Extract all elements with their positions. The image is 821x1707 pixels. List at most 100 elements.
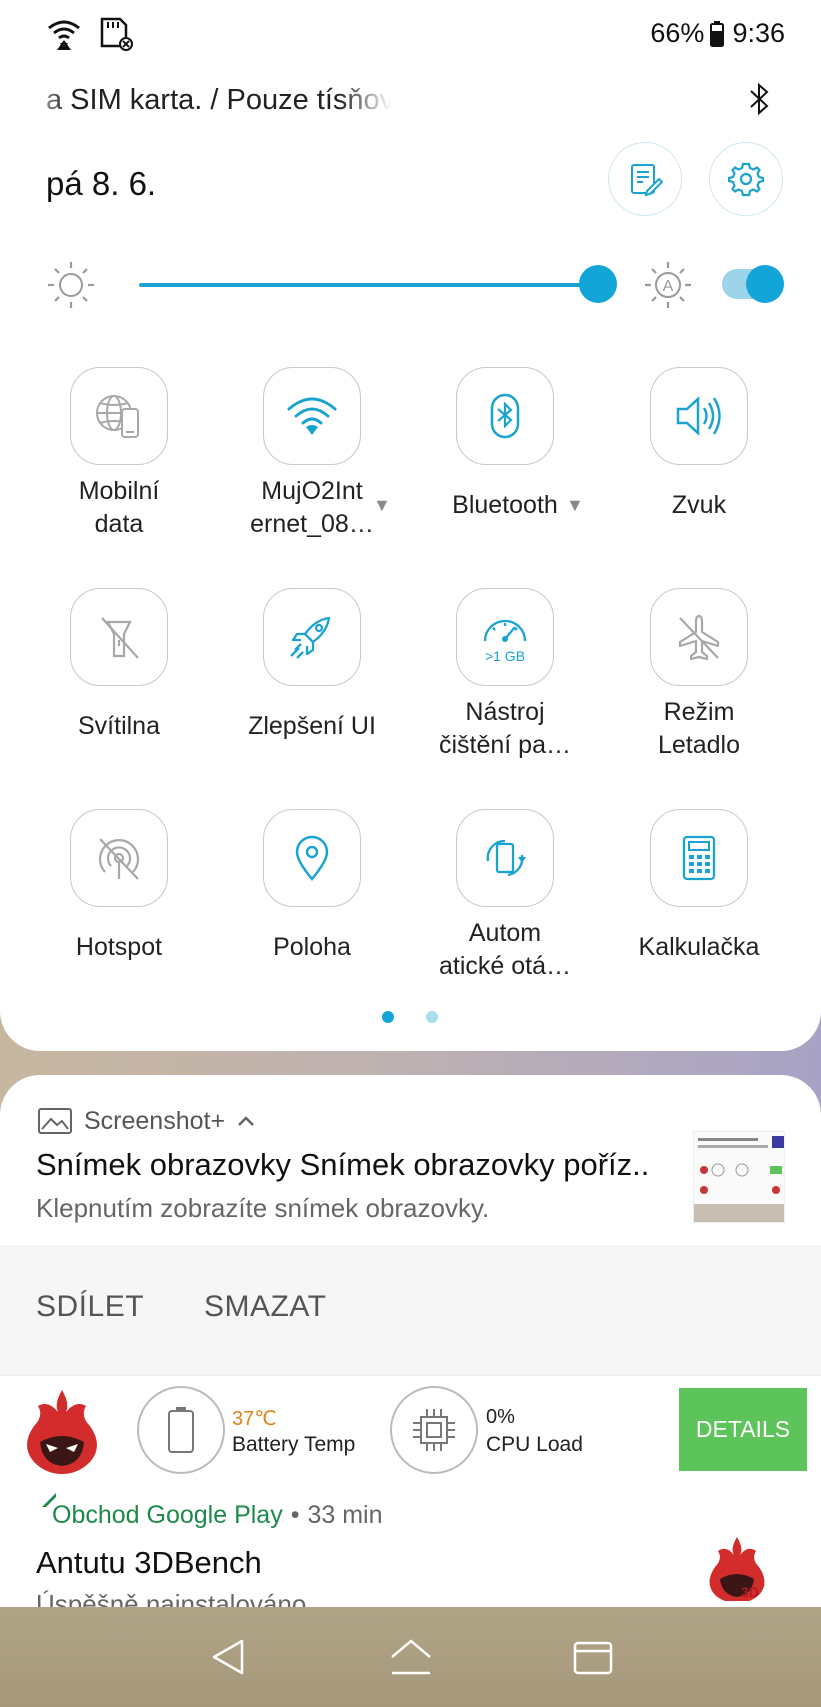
- cpu-load-gauge: [390, 1386, 478, 1474]
- page-dot-active[interactable]: [382, 1011, 394, 1023]
- tile-label-line: data: [94, 510, 144, 538]
- tile-location[interactable]: Poloha: [217, 809, 397, 1009]
- brightness-slider-track[interactable]: [139, 283, 597, 287]
- tile-memory-cleaner[interactable]: >1 GB Nástroj čištění pa…: [410, 588, 590, 788]
- brightness-slider-thumb[interactable]: [579, 265, 617, 303]
- mobile-data-icon[interactable]: [70, 367, 168, 465]
- notification-actions: SDÍLET SMAZAT: [0, 1245, 821, 1375]
- page-indicator: [0, 1011, 821, 1031]
- recent-apps-button[interactable]: [572, 1637, 614, 1677]
- home-button[interactable]: [388, 1637, 434, 1677]
- battery-temp-value: 37℃: [232, 1408, 277, 1430]
- play-notification-title: Antutu 3DBench: [36, 1545, 262, 1580]
- play-store-notification[interactable]: Obchod Google Play • 33 min Antutu 3DBen…: [0, 1485, 821, 1607]
- hotspot-icon[interactable]: [70, 809, 168, 907]
- tile-label-line: Autom: [468, 919, 542, 947]
- battery-icon: [710, 20, 725, 47]
- cpu-chip-icon: [409, 1405, 459, 1455]
- tile-ui-boost-label: Zlepšení UI: [217, 710, 407, 743]
- tile-hotspot-label: Hotspot: [24, 931, 214, 964]
- tile-airplane-mode[interactable]: Režim Letadlo: [604, 588, 784, 788]
- tile-ui-boost[interactable]: Zlepšení UI: [217, 588, 397, 788]
- quick-settings-panel: 66% 9:36 a SIM karta. / Pouze tísňová vo…: [0, 0, 821, 1051]
- flashlight-icon[interactable]: [70, 588, 168, 686]
- tile-label-line: Režim: [663, 698, 735, 726]
- notification-text: Klepnutím zobrazíte snímek obrazovky.: [36, 1193, 490, 1223]
- gear-icon: [728, 161, 764, 197]
- tile-hotspot[interactable]: Hotspot: [24, 809, 204, 1009]
- bluetooth-icon[interactable]: [456, 367, 554, 465]
- edit-tiles-button[interactable]: [608, 142, 682, 216]
- tile-auto-rotate-label: Autom atické otá…: [410, 917, 600, 983]
- play-notification-header: Obchod Google Play • 33 min: [38, 1493, 383, 1530]
- tile-airplane-mode-label: Režim Letadlo: [604, 696, 794, 762]
- tile-wifi[interactable]: MujO2Int ernet_08… ▼: [217, 367, 397, 567]
- sd-card-error-icon: [98, 16, 136, 52]
- cleaner-icon[interactable]: >1 GB: [456, 588, 554, 686]
- cpu-load-label: CPU Load: [486, 1433, 583, 1456]
- tile-label-line: Svítilna: [78, 712, 160, 740]
- bluetooth-expand-icon[interactable]: ▼: [566, 495, 584, 516]
- notification-title: Snímek obrazovky Snímek obrazovky poříz.…: [36, 1147, 650, 1182]
- status-right-group: 66% 9:36: [650, 18, 785, 49]
- page-dot[interactable]: [426, 1011, 438, 1023]
- location-icon[interactable]: [263, 809, 361, 907]
- details-button[interactable]: DETAILS: [679, 1388, 807, 1471]
- tile-bluetooth[interactable]: Bluetooth ▼: [410, 367, 590, 567]
- tile-label-line: čištění pa…: [438, 731, 571, 759]
- tile-label-line: Poloha: [273, 933, 351, 961]
- tile-label-line: Kalkulačka: [638, 933, 760, 961]
- screenshot-notification[interactable]: Screenshot+ Snímek obrazovky Snímek obra…: [0, 1075, 821, 1375]
- antutu-logo-icon: [20, 1386, 104, 1476]
- tile-location-label: Poloha: [217, 931, 407, 964]
- tile-label-line: Letadlo: [657, 731, 741, 759]
- play-notification-separator: •: [290, 1501, 300, 1529]
- brightness-row: A: [0, 255, 821, 315]
- carrier-row: a SIM karta. / Pouze tísňová volání: [0, 78, 821, 128]
- sound-icon[interactable]: [650, 367, 748, 465]
- auto-rotate-icon[interactable]: [456, 809, 554, 907]
- back-button[interactable]: [208, 1637, 248, 1677]
- settings-button[interactable]: [709, 142, 783, 216]
- screenshot-thumbnail[interactable]: [693, 1131, 785, 1223]
- edit-icon: [627, 161, 663, 197]
- tile-label-line: atické otá…: [438, 952, 571, 980]
- play-notification-time: 33 min: [307, 1501, 383, 1529]
- svg-text:A: A: [663, 278, 674, 295]
- battery-temp-label: Battery Temp: [232, 1433, 356, 1456]
- tile-label-line: Zvuk: [671, 491, 727, 519]
- wifi-icon[interactable]: [263, 367, 361, 465]
- cleaner-badge: >1 GB: [485, 648, 525, 664]
- battery-icon: [166, 1406, 196, 1454]
- tile-flashlight[interactable]: Svítilna: [24, 588, 204, 788]
- airplane-icon[interactable]: [650, 588, 748, 686]
- wifi-expand-icon[interactable]: ▼: [373, 495, 391, 516]
- tile-calculator-label: Kalkulačka: [604, 931, 794, 964]
- battery-temp-gauge: [137, 1386, 225, 1474]
- tile-auto-rotate[interactable]: Autom atické otá…: [410, 809, 590, 1009]
- antutu-widget[interactable]: 37℃ Battery Temp 0% CPU Load DETAILS: [0, 1375, 821, 1485]
- antutu-3dbench-icon: 3D: [704, 1535, 770, 1601]
- calculator-icon[interactable]: [650, 809, 748, 907]
- tile-memory-cleaner-label: Nástroj čištění pa…: [410, 696, 600, 762]
- clock: 9:36: [732, 18, 785, 48]
- brightness-low-icon: [46, 260, 96, 310]
- chevron-up-icon[interactable]: [237, 1114, 255, 1128]
- tile-calculator[interactable]: Kalkulačka: [604, 809, 784, 1009]
- tile-label-line: Nástroj: [465, 698, 545, 726]
- auto-brightness-toggle-knob[interactable]: [746, 265, 784, 303]
- tile-sound[interactable]: Zvuk: [604, 367, 784, 567]
- battery-percent: 66%: [650, 18, 705, 48]
- image-icon: [38, 1108, 72, 1134]
- tile-flashlight-label: Svítilna: [24, 710, 214, 743]
- rocket-icon[interactable]: [263, 588, 361, 686]
- wifi-signal-icon: [46, 16, 82, 52]
- delete-button[interactable]: SMAZAT: [204, 1290, 326, 1324]
- carrier-text: a SIM karta. / Pouze tísňová volání: [46, 84, 391, 116]
- navigation-bar: [0, 1607, 821, 1707]
- tile-mobile-data[interactable]: Mobilní data: [24, 367, 204, 567]
- tile-mobile-data-label: Mobilní data: [24, 475, 214, 541]
- share-button[interactable]: SDÍLET: [36, 1290, 144, 1324]
- play-notification-app: Obchod Google Play: [52, 1501, 283, 1529]
- notification-header: Screenshot+: [38, 1103, 255, 1139]
